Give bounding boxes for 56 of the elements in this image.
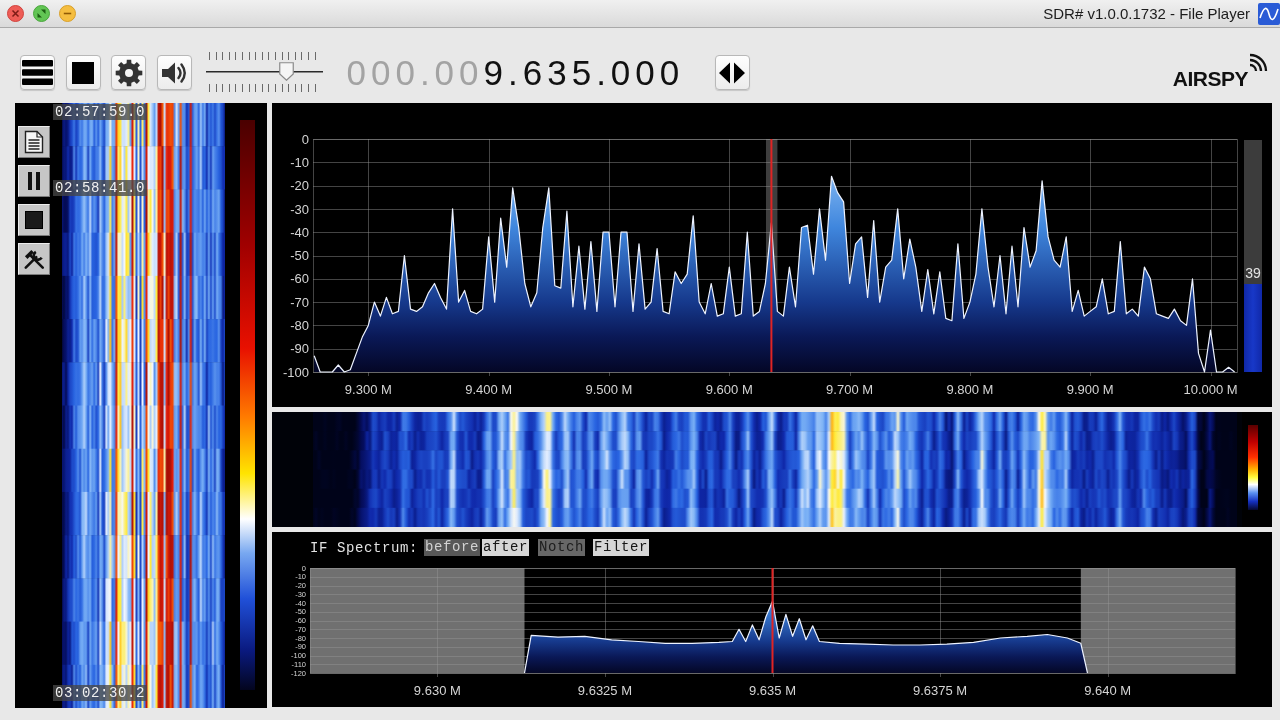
frequency-digits[interactable]: 9.635.000 [483, 52, 685, 93]
logo-text: AIRSPY [1172, 67, 1248, 91]
meter-reading: 39 [1244, 265, 1262, 281]
axis-tick-label: -50 [290, 248, 309, 264]
axis-tick-label: -10 [290, 155, 309, 170]
axis-tick-label: 9.700 M [826, 382, 874, 397]
settings-icon [114, 58, 143, 87]
axis-tick-label: 9.6375 M [912, 683, 968, 698]
axis-tick-label: -90 [290, 341, 309, 357]
volume-button[interactable] [156, 55, 192, 90]
zoom-icon[interactable] [33, 5, 50, 22]
stop-icon [23, 208, 45, 232]
axis-tick-label: -30 [290, 201, 309, 217]
axis-tick-label: 9.630 M [413, 683, 461, 698]
close-icon[interactable] [7, 5, 24, 22]
mode-toggle[interactable]: after [482, 539, 530, 556]
axis-tick-label: 9.300 M [344, 382, 392, 397]
frequency-leading-zeros: 000.00 [346, 52, 484, 93]
stop-icon [72, 61, 94, 84]
axis-tick-label: 9.6325 M [577, 683, 633, 698]
menu-icon [22, 60, 53, 85]
axis-tick-label: -40 [290, 224, 309, 240]
axis-tick-label: -20 [290, 178, 309, 194]
tools-button[interactable] [18, 243, 50, 275]
settings-button[interactable] [111, 55, 146, 90]
stop-button[interactable] [65, 55, 101, 90]
axis-tick-label: -70 [290, 294, 309, 310]
axis-tick-label: 9.900 M [1066, 382, 1114, 397]
document-icon [23, 130, 45, 154]
hammer-wrench-icon [23, 247, 45, 271]
axis-tick-label: 9.400 M [465, 382, 513, 397]
mode-toggle[interactable]: before [424, 539, 481, 556]
axis-tick-label: -100 [282, 364, 309, 380]
axis-tick-label: 9.640 M [1084, 683, 1132, 698]
axis-tick-label: 9.600 M [705, 382, 753, 397]
pause-button[interactable] [18, 165, 50, 197]
panel-label: IF Spectrum: [310, 539, 419, 556]
tuning-arrows-button[interactable] [714, 55, 750, 90]
time-label: 02:58:41.0 [53, 180, 147, 196]
wave-tile-icon [1258, 2, 1280, 25]
axis-tick-label: 9.500 M [585, 382, 633, 397]
document-button[interactable] [18, 126, 50, 158]
axis-tick-label: -60 [290, 271, 309, 287]
left-right-arrows-icon [719, 61, 745, 84]
menu-button[interactable] [20, 55, 55, 90]
time-label: 03:02:30.2 [53, 685, 147, 701]
axis-tick-label: 10.000 M [1183, 382, 1238, 397]
axis-tick-label: 9.635 M [749, 683, 796, 698]
option-toggle[interactable]: Filter [593, 539, 650, 556]
time-label: 02:57:59.0 [53, 104, 147, 120]
axis-tick-label: 9.800 M [946, 382, 994, 397]
slider-thumb[interactable] [278, 61, 294, 81]
window-title: SDR# v1.0.0.1732 - File Player [1043, 5, 1250, 22]
axis-tick-label: 0 [301, 131, 309, 147]
axis-tick-label: -80 [290, 318, 309, 334]
minimize-icon[interactable] [59, 5, 76, 22]
